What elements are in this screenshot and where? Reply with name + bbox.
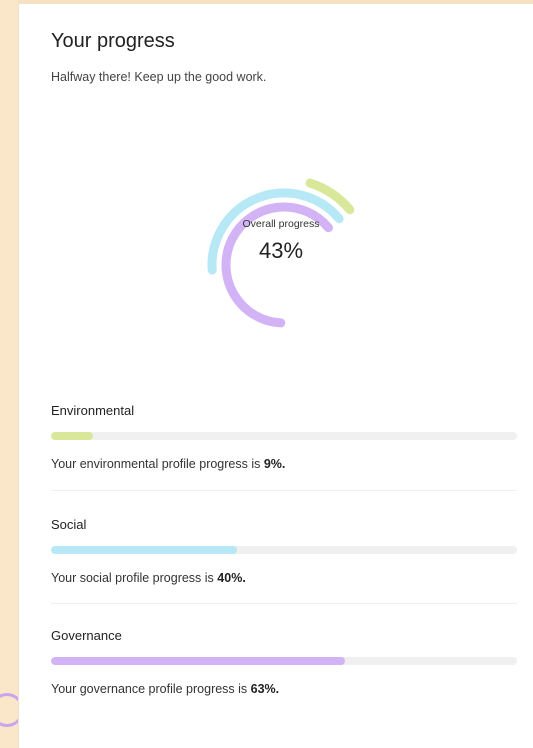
description-text: Your social profile progress is [51, 571, 218, 585]
progress-track [51, 546, 517, 554]
overall-progress-rings [207, 178, 355, 328]
section-title: Environmental [51, 403, 135, 418]
section-description: Your environmental profile progress is 9… [51, 456, 517, 472]
description-text: Your governance profile progress is [51, 682, 251, 696]
progress-fill-social [51, 546, 238, 554]
section-divider [51, 490, 517, 491]
section-title: Social [51, 517, 87, 532]
description-value: 40%. [217, 571, 246, 585]
section-divider [51, 603, 517, 604]
description-value: 9%. [263, 457, 286, 471]
card-title: Your progress [51, 30, 175, 52]
progress-track [51, 432, 517, 440]
section-governance: Governance Your governance profile progr… [51, 627, 517, 697]
card-top-strip [19, 0, 533, 4]
section-social: Social Your social profile progress is 4… [51, 516, 517, 586]
progress-track [51, 657, 517, 665]
section-title: Governance [51, 628, 122, 643]
card-subtitle: Halfway there! Keep up the good work. [51, 70, 267, 84]
progress-fill-governance [51, 657, 345, 665]
section-description: Your governance profile progress is 63%. [51, 681, 517, 697]
section-environmental: Environmental Your environmental profile… [51, 402, 517, 472]
overall-progress-value: 43% [258, 238, 304, 263]
description-value: 63%. [250, 682, 280, 696]
progress-fill-environmental [51, 432, 93, 440]
description-text: Your environmental profile progress is [51, 457, 264, 471]
overall-progress-label: Overall progress [242, 218, 320, 230]
progress-card: Your progress Halfway there! Keep up the… [18, 0, 533, 748]
section-description: Your social profile progress is 40%. [51, 570, 517, 586]
